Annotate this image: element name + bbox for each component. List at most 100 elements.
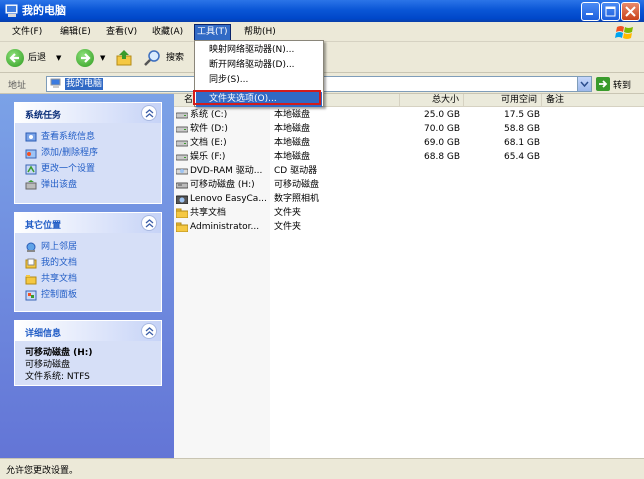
detail-name: 可移动磁盘 (H:) — [25, 348, 93, 358]
place-label: 网上邻居 — [41, 242, 78, 252]
forward-dropdown-icon[interactable]: ▼ — [100, 47, 105, 69]
item-free-space: 65.4 GB — [504, 152, 541, 162]
place-network[interactable]: 网上邻居 — [25, 239, 161, 255]
other-places-title: 其它位置 — [25, 221, 62, 231]
item-name: 可移动磁盘 (H:) — [190, 180, 255, 190]
title-bar[interactable]: 我的电脑 — [0, 0, 644, 22]
add-remove-programs-icon — [25, 149, 37, 159]
system-tasks-panel: 系统任务 查看系统信息 添加/删除程序 更改一个设置 弹出该盘 — [14, 102, 162, 204]
back-arrow-icon — [6, 49, 24, 67]
header-total-size[interactable]: 总大小 — [400, 94, 464, 107]
item-total-size: 69.0 GB — [424, 138, 461, 148]
search-button[interactable]: 搜索 — [140, 47, 190, 69]
explorer-window: 我的电脑 文件(F) 编辑(E) 查看(V) 收藏(A) 工具(T) 帮助(H) — [0, 0, 644, 479]
chevron-up-double-icon — [145, 219, 154, 228]
item-type: 数字照相机 — [274, 194, 320, 204]
forward-arrow-icon — [76, 49, 94, 67]
my-documents-icon — [25, 258, 37, 269]
place-control-panel[interactable]: 控制面板 — [25, 287, 161, 303]
list-item[interactable]: Administrator... 文件夹 — [174, 220, 644, 234]
details-panel: 详细信息 可移动磁盘 (H:) 可移动磁盘 文件系统: NTFS — [14, 320, 162, 386]
collapse-button[interactable] — [141, 323, 157, 339]
back-dropdown-icon[interactable]: ▼ — [56, 47, 61, 69]
menu-view[interactable]: 查看(V) — [104, 25, 139, 40]
place-shared-documents[interactable]: 共享文档 — [25, 271, 161, 287]
task-pane: 系统任务 查看系统信息 添加/删除程序 更改一个设置 弹出该盘 其它位置 网上邻… — [0, 94, 174, 458]
list-item[interactable]: 可移动磁盘 (H:) 可移动磁盘 — [174, 178, 644, 192]
menu-edit[interactable]: 编辑(E) — [58, 25, 93, 40]
item-free-space: 58.8 GB — [504, 124, 541, 134]
back-label: 后退 — [28, 53, 47, 63]
go-arrow-icon — [596, 77, 610, 91]
chevron-up-double-icon — [145, 327, 154, 336]
place-label: 控制面板 — [41, 290, 78, 300]
header-free-space[interactable]: 可用空间 — [464, 94, 542, 107]
minimize-icon — [586, 13, 593, 15]
place-label: 我的文档 — [41, 258, 78, 268]
item-type: 文件夹 — [274, 222, 302, 232]
list-item[interactable]: 娱乐 (F:) 本地磁盘 68.8 GB 65.4 GB — [174, 150, 644, 164]
close-icon — [625, 6, 636, 17]
item-type: 本地磁盘 — [274, 152, 311, 162]
item-free-space: 68.1 GB — [504, 138, 541, 148]
up-folder-icon — [116, 50, 132, 66]
my-computer-small-icon — [50, 78, 61, 88]
task-change-setting[interactable]: 更改一个设置 — [25, 161, 161, 177]
item-name: DVD-RAM 驱动... — [190, 166, 263, 176]
forward-button[interactable]: ▼ — [74, 47, 108, 69]
list-item[interactable]: Lenovo EasyCa... 数字照相机 — [174, 192, 644, 206]
go-button[interactable]: 转到 — [596, 76, 640, 92]
menu-file[interactable]: 文件(F) — [10, 25, 44, 40]
task-view-system-info[interactable]: 查看系统信息 — [25, 129, 161, 145]
hard-drive-icon — [176, 112, 188, 119]
item-type: CD 驱动器 — [274, 166, 318, 176]
list-item[interactable]: 软件 (D:) 本地磁盘 70.0 GB 58.8 GB — [174, 122, 644, 136]
item-type: 本地磁盘 — [274, 110, 311, 120]
item-name: 共享文档 — [190, 208, 227, 218]
collapse-button[interactable] — [141, 215, 157, 231]
list-item[interactable]: 文档 (E:) 本地磁盘 69.0 GB 68.1 GB — [174, 136, 644, 150]
removable-disk-icon — [176, 182, 188, 189]
menu-help[interactable]: 帮助(H) — [242, 25, 278, 40]
header-comments[interactable]: 备注 — [542, 94, 644, 107]
up-folder-button[interactable] — [114, 47, 136, 69]
status-text: 允许您更改设置。 — [6, 466, 79, 476]
item-type: 文件夹 — [274, 208, 302, 218]
search-icon — [144, 50, 160, 66]
item-name: 娱乐 (F:) — [190, 152, 226, 162]
menu-map-network-drive[interactable]: 映射网络驱动器(N)... — [196, 43, 322, 58]
back-button[interactable]: 后退 ▼ — [4, 47, 66, 69]
menu-favorites[interactable]: 收藏(A) — [150, 25, 185, 40]
task-label: 弹出该盘 — [41, 180, 78, 190]
task-label: 查看系统信息 — [41, 132, 96, 142]
maximize-button[interactable] — [601, 2, 620, 21]
collapse-button[interactable] — [141, 105, 157, 121]
hard-drive-icon — [176, 154, 188, 161]
item-name: Lenovo EasyCa... — [190, 194, 267, 204]
address-dropdown-button[interactable] — [577, 77, 591, 91]
place-my-documents[interactable]: 我的文档 — [25, 255, 161, 271]
minimize-button[interactable] — [581, 2, 600, 21]
list-item[interactable]: 系统 (C:) 本地磁盘 25.0 GB 17.5 GB — [174, 108, 644, 122]
list-item[interactable]: DVD-RAM 驱动... CD 驱动器 — [174, 164, 644, 178]
menu-tools[interactable]: 工具(T) — [194, 24, 231, 41]
details-title: 详细信息 — [25, 329, 62, 339]
item-name: 文档 (E:) — [190, 138, 227, 148]
item-free-space: 17.5 GB — [504, 110, 541, 120]
task-eject-disk[interactable]: 弹出该盘 — [25, 177, 161, 193]
menu-disconnect-network-drive[interactable]: 断开网络驱动器(D)... — [196, 58, 322, 73]
close-button[interactable] — [621, 2, 640, 21]
list-item[interactable]: 共享文档 文件夹 — [174, 206, 644, 220]
item-type: 本地磁盘 — [274, 138, 311, 148]
details-header[interactable]: 详细信息 — [15, 321, 161, 341]
file-list: 名 类型 总大小 可用空间 备注 系统 (C:) 本地磁盘 25.0 GB 17… — [174, 94, 644, 458]
folder-icon — [176, 208, 188, 218]
maximize-icon — [605, 6, 616, 17]
task-add-remove-programs[interactable]: 添加/删除程序 — [25, 145, 161, 161]
detail-filesystem: 文件系统: NTFS — [25, 372, 90, 382]
menu-synchronize[interactable]: 同步(S)... — [196, 73, 322, 88]
other-places-header[interactable]: 其它位置 — [15, 213, 161, 233]
system-tasks-header[interactable]: 系统任务 — [15, 103, 161, 123]
system-tasks-title: 系统任务 — [25, 111, 62, 121]
menu-bar: 文件(F) 编辑(E) 查看(V) 收藏(A) 工具(T) 帮助(H) — [0, 22, 644, 42]
